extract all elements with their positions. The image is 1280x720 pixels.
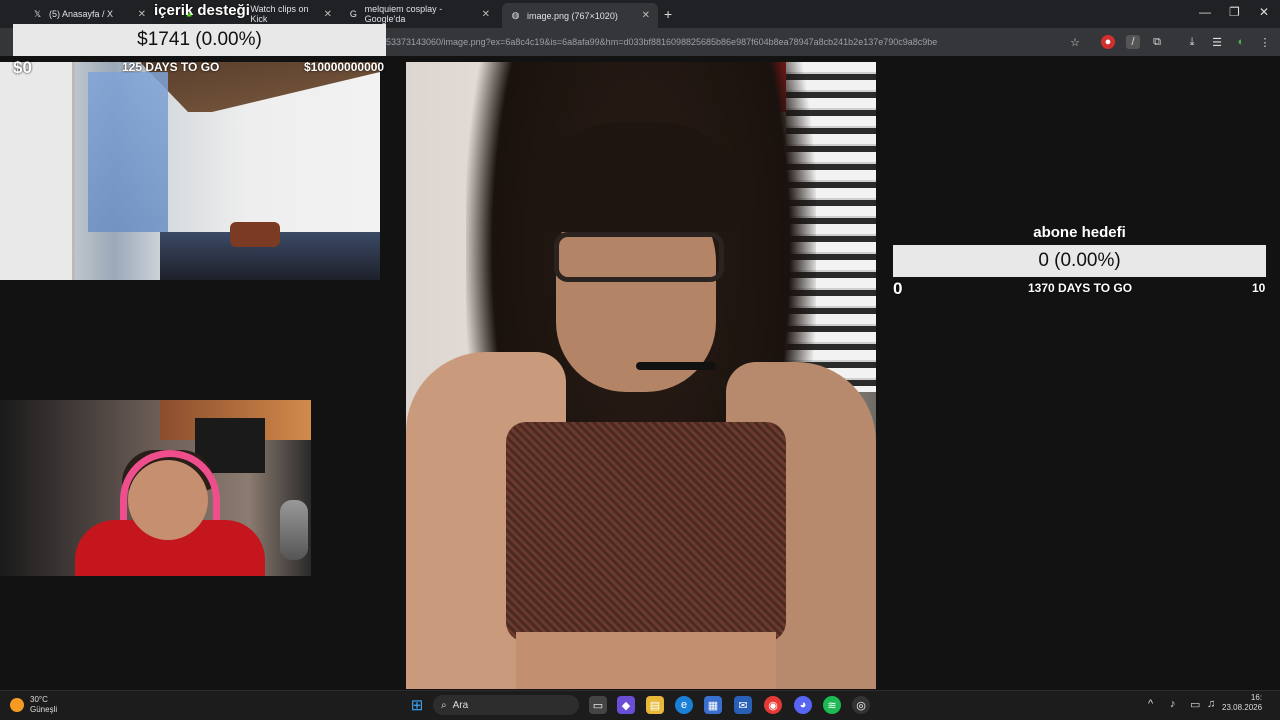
extension-record-icon[interactable]: ● (1101, 35, 1115, 49)
copilot-icon[interactable]: ◆ (617, 696, 635, 714)
close-icon[interactable]: ✕ (324, 9, 332, 20)
edge-icon[interactable]: e (675, 696, 693, 714)
url-field[interactable]: 53373143060/image.png?ex=6a8c4c19&is=6a8… (386, 37, 937, 47)
tab-title: (5) Anasayfa / X (49, 9, 114, 19)
download-icon[interactable]: ⤓ (1185, 35, 1199, 49)
extension-icon[interactable]: / (1126, 35, 1140, 49)
reading-list-icon[interactable]: ☰ (1210, 35, 1224, 49)
maximize-button[interactable]: ❐ (1229, 5, 1240, 19)
streamer-camera-feed (0, 400, 311, 576)
task-view-icon[interactable]: ▭ (589, 696, 607, 714)
screen: 𝕏 (5) Anasayfa / X ✕ ■ Watch clips on Ki… (0, 0, 1280, 720)
donation-goal-target: $10000000000 (304, 60, 385, 74)
room-camera-feed (0, 62, 380, 280)
mail-icon[interactable]: ✉ (734, 696, 752, 714)
close-icon[interactable]: ✕ (138, 9, 146, 20)
system-clock[interactable]: 16: 23.08.2026 (1222, 693, 1262, 713)
new-tab-button[interactable]: + (664, 6, 672, 22)
midriff (516, 632, 776, 689)
room-pillow (230, 222, 280, 247)
subscriber-goal-start: 0 (893, 279, 903, 298)
obs-icon[interactable]: ◎ (852, 696, 870, 714)
microphone-icon[interactable]: ♪ (1170, 698, 1176, 710)
tab-x[interactable]: 𝕏 (5) Anasayfa / X ✕ (24, 3, 154, 25)
search-icon: ⌕ (441, 699, 447, 711)
close-window-button[interactable]: ✕ (1259, 5, 1269, 19)
subscriber-goal-target: 10 (1252, 281, 1266, 295)
tab-image[interactable]: ◍ image.png (767×1020) ✕ (502, 3, 658, 28)
minimize-button[interactable]: — (1199, 5, 1211, 19)
displayed-image (406, 62, 876, 689)
store-icon[interactable]: ▦ (704, 696, 722, 714)
x-logo-icon: 𝕏 (33, 8, 42, 19)
tab-title: Watch clips on Kick (250, 4, 309, 24)
room-door (0, 62, 75, 280)
donation-goal-start: $0 (13, 58, 32, 77)
glasses (554, 232, 724, 282)
google-logo-icon: G (349, 9, 357, 19)
donation-goal-days: 125 DAYS TO GO (122, 60, 220, 74)
subscriber-goal-title: abone hedefi (1033, 224, 1126, 241)
network-icon[interactable]: ▭ (1190, 698, 1200, 711)
knit-top (506, 422, 786, 642)
donation-goal-bar: $1741 (0.00%) (13, 24, 386, 56)
sun-icon (10, 698, 24, 712)
globe-icon: ◍ (511, 10, 520, 20)
close-icon[interactable]: ✕ (642, 10, 650, 21)
chrome-icon[interactable]: ◉ (764, 696, 782, 714)
file-explorer-icon[interactable]: ▤ (646, 696, 664, 714)
profile-icon[interactable]: ◐ (1234, 35, 1248, 49)
search-placeholder: Ara (452, 699, 469, 711)
microphone (280, 500, 308, 560)
bookmark-star-icon[interactable]: ☆ (1068, 35, 1082, 49)
menu-kebab-icon[interactable]: ⋮ (1258, 35, 1272, 49)
clock-date: 23.08.2026 (1222, 703, 1263, 712)
tab-title: image.png (767×1020) (527, 10, 618, 21)
weather-desc: Güneşli (30, 705, 58, 714)
choker (636, 362, 716, 370)
donation-goal-title: içerik desteği (154, 2, 250, 19)
windows-start-icon[interactable]: ⊞ (408, 696, 426, 714)
tab-title: melquiem cosplay - Google'da (364, 4, 443, 24)
tray-chevron-icon[interactable]: ^ (1148, 698, 1153, 710)
subscriber-goal-bar: 0 (0.00%) (893, 245, 1266, 277)
weather-widget[interactable]: 30°C Güneşli (10, 695, 57, 715)
spotify-icon[interactable]: ≋ (823, 696, 841, 714)
windows-taskbar (0, 690, 1280, 720)
discord-icon[interactable]: ◕ (794, 696, 812, 714)
volume-icon[interactable]: ♫ (1207, 698, 1215, 710)
taskbar-search[interactable]: ⌕ Ara (433, 695, 579, 715)
tab-google[interactable]: G melquiem cosplay - Google'da ✕ (340, 3, 498, 25)
room-curtain (88, 72, 168, 232)
subscriber-goal-days: 1370 DAYS TO GO (1028, 281, 1133, 295)
weather-temp: 30°C (30, 695, 48, 704)
close-icon[interactable]: ✕ (482, 9, 490, 20)
clock-time: 16: (1250, 693, 1263, 702)
extensions-puzzle-icon[interactable]: ⧉ (1150, 35, 1164, 49)
